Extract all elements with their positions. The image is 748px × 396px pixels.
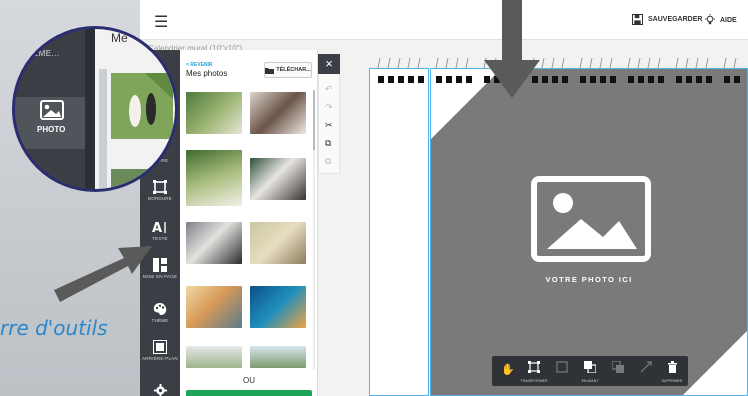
ctx-hand[interactable]: ✋ (494, 360, 522, 379)
top-bar: ☰ SAUVEGARDER AIDE (140, 0, 748, 40)
transform-icon (528, 361, 540, 373)
svg-text:A: A (152, 221, 162, 234)
tool-label: THÈME (151, 318, 169, 323)
layout-icon (153, 258, 167, 272)
folder-icon (265, 67, 275, 74)
hamburger-icon[interactable]: ☰ (154, 12, 168, 32)
photo-thumbnail[interactable] (250, 92, 306, 134)
redo-icon[interactable]: ↷ (325, 102, 333, 113)
fullscreen-icon (640, 361, 652, 373)
help-label: AIDE (720, 16, 737, 24)
paste-icon[interactable]: ⧉ (325, 156, 331, 167)
app-window: ☰ SAUVEGARDER AIDE Calendrier mural (10"… (140, 0, 748, 396)
tool-label: ARRIÈRE-PLAN (142, 356, 178, 361)
pointer-arrow-diagonal (54, 246, 152, 302)
panel-scrollbar[interactable] (312, 90, 316, 370)
hand-icon: ✋ (501, 364, 515, 376)
border-icon (153, 180, 167, 194)
text-icon: A (152, 221, 166, 234)
close-panel-button[interactable]: × (318, 54, 340, 74)
zoom-partial-title: Me (111, 31, 128, 45)
cut-icon[interactable]: ✂ (325, 120, 333, 131)
zoom-partial-label: ÉNEME... (21, 49, 60, 58)
tool-settings[interactable] (140, 384, 180, 396)
tool-label: BORDURE (148, 196, 172, 201)
zoom-photo-label: PHOTO (37, 125, 66, 134)
photo-thumbnail[interactable] (186, 92, 242, 134)
background-icon (153, 340, 167, 354)
lightbulb-icon (705, 14, 715, 25)
tagline-text: rre d'outils (0, 316, 108, 340)
photo-thumbnail[interactable] (250, 222, 306, 264)
context-toolbar: ✋ TRANSFORMER EN AVANT SUPPRIMER (492, 356, 688, 386)
ctx-delete[interactable]: SUPPRIMER (658, 360, 686, 383)
photo-placeholder[interactable] (431, 69, 748, 396)
save-button[interactable]: SAUVEGARDER (632, 14, 702, 25)
send-backward-icon (611, 360, 624, 373)
ctx-bring-forward[interactable]: EN AVANT (576, 360, 604, 383)
tool-border[interactable]: BORDURE (140, 180, 180, 201)
photo-thumbnail[interactable] (250, 158, 306, 200)
floppy-icon (632, 14, 643, 25)
copy-icon[interactable]: ⧉ (325, 138, 331, 149)
save-label: SAUVEGARDER (648, 16, 703, 23)
calendar-page-left[interactable] (369, 68, 429, 396)
ctx-send-backward[interactable] (604, 360, 632, 379)
help-button[interactable]: AIDE (704, 14, 737, 26)
pointer-arrow-down (484, 0, 540, 98)
rotate-icon (556, 361, 568, 373)
tool-background[interactable]: ARRIÈRE-PLAN (140, 340, 180, 361)
photo-thumbnail[interactable] (250, 286, 306, 328)
photo-thumbnail[interactable] (186, 222, 242, 264)
or-divider: OU (243, 376, 255, 385)
photo-thumbnail[interactable] (186, 286, 242, 328)
upload-label: TÉLÉCHAR... (276, 67, 311, 73)
panel-title: Mes photos (186, 69, 228, 78)
trash-icon (667, 361, 677, 373)
zoom-magnifier: ÉNEME... PHOTO Me (12, 26, 178, 192)
gear-icon (153, 384, 167, 396)
back-link[interactable]: < REVENIR (186, 62, 213, 68)
photo-thumbnail[interactable] (186, 346, 242, 368)
undo-icon[interactable]: ↶ (325, 84, 333, 95)
photos-panel: < REVENIR Mes photos TÉLÉCHAR... OU (180, 50, 318, 396)
photo-thumbnail[interactable] (186, 150, 242, 206)
calendar-page-main[interactable] (430, 68, 748, 396)
import-button[interactable] (186, 390, 312, 396)
ctx-rotate[interactable] (548, 360, 576, 379)
bring-forward-icon (584, 361, 597, 374)
spiral-binding (377, 57, 740, 83)
ctx-fullscreen[interactable] (632, 360, 660, 379)
upload-button[interactable]: TÉLÉCHAR... (264, 62, 312, 78)
photo-placeholder-caption: VOTRE PHOTO ICI (545, 275, 633, 284)
photo-thumbnail[interactable] (250, 346, 306, 368)
ctx-transform[interactable]: TRANSFORMER (520, 360, 548, 383)
palette-icon (153, 303, 167, 315)
